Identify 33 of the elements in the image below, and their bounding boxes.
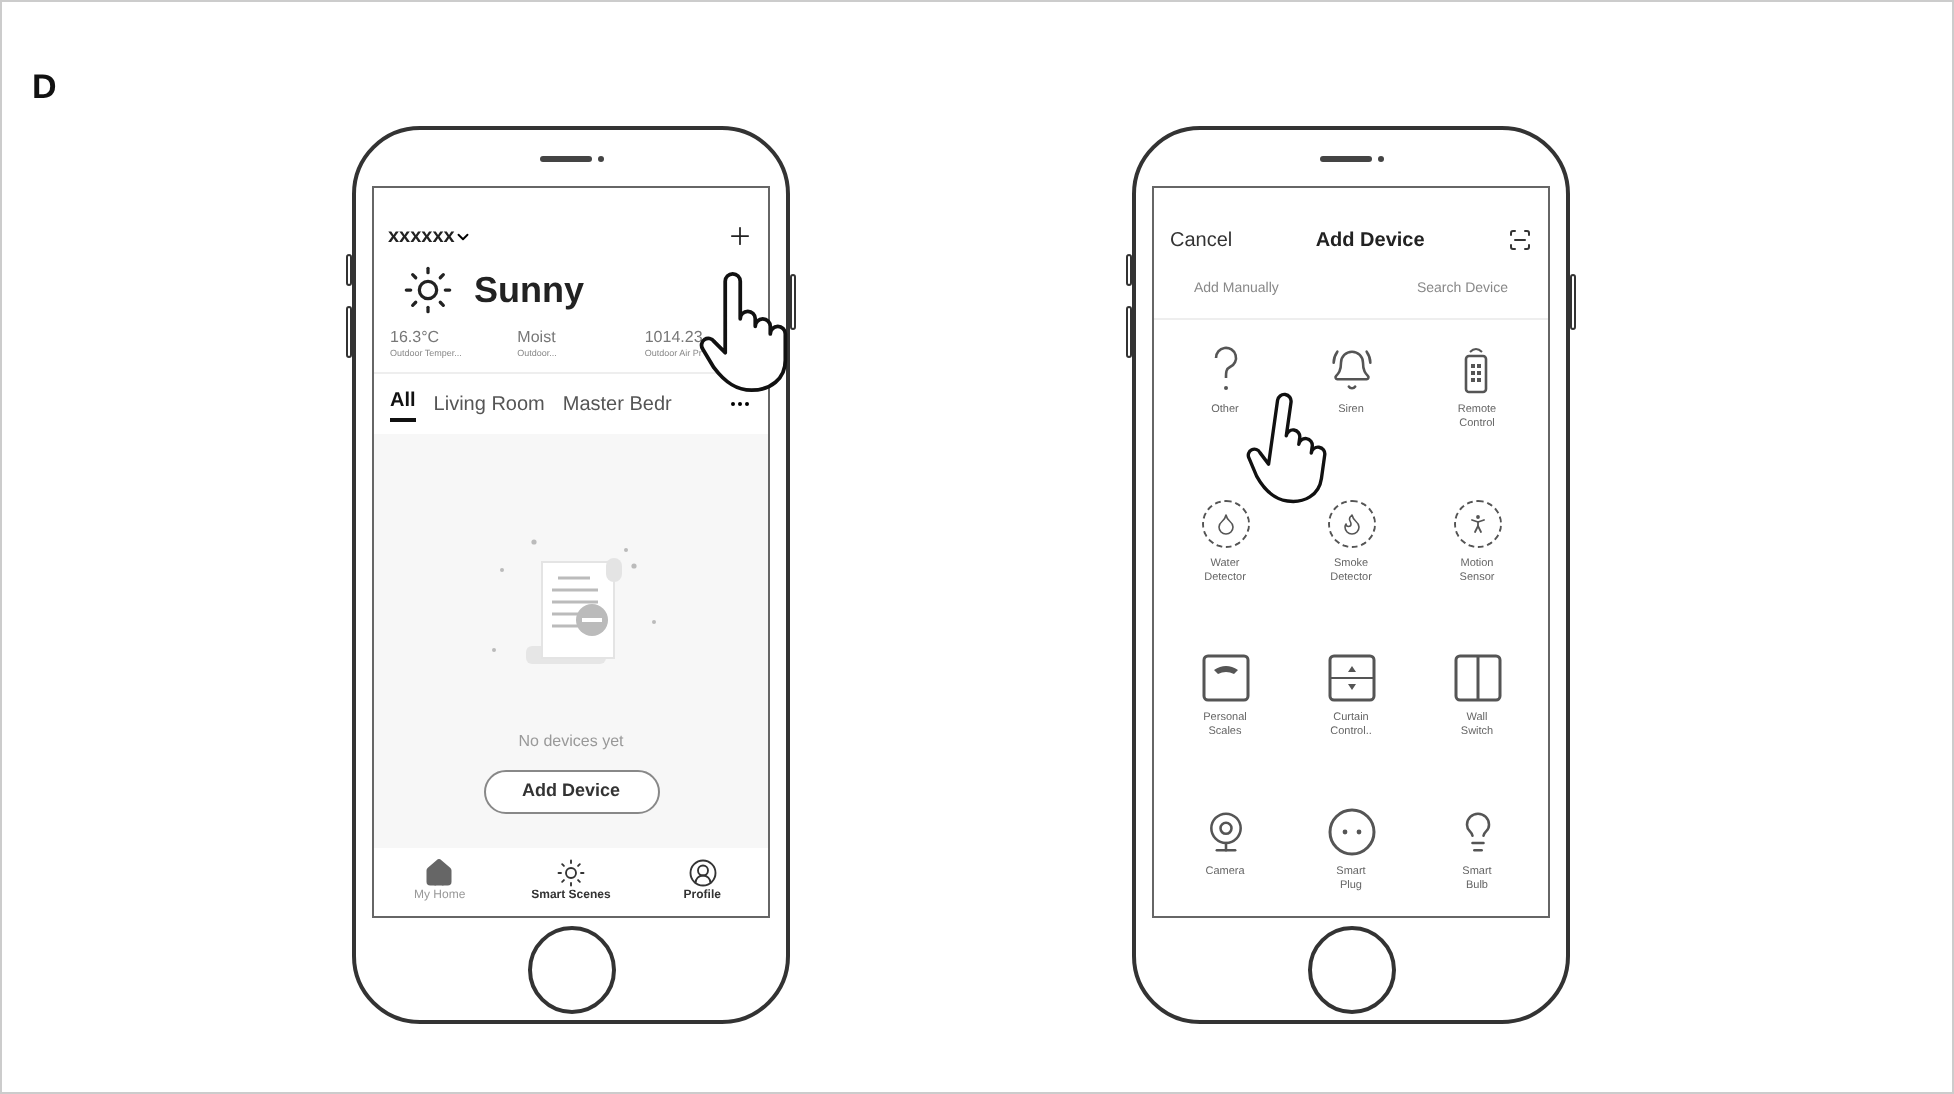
scan-icon[interactable] [1507, 228, 1532, 252]
weather-text: Sunny [474, 267, 585, 314]
home-name[interactable]: xxxxxx [388, 221, 455, 251]
room-tab[interactable]: Master Bedr [562, 389, 672, 419]
room-tab[interactable]: All [390, 386, 416, 422]
add-icon[interactable] [726, 222, 754, 250]
figure-label: D [32, 66, 57, 110]
scale-icon [1201, 654, 1249, 702]
socket-icon [1327, 808, 1375, 856]
stat-value: Moist [517, 328, 558, 348]
question-mark-icon [1211, 346, 1239, 394]
screen-title: Add Device [1315, 227, 1425, 255]
stat-value: 1014.23 [644, 328, 705, 348]
add-device-button[interactable]: Add Device [483, 770, 659, 814]
profile-icon [687, 858, 718, 888]
flame-icon [1327, 500, 1375, 548]
remote-control-icon [1464, 346, 1489, 394]
home-button[interactable] [527, 925, 615, 1013]
person-icon [1453, 500, 1501, 548]
wall-switch-icon [1453, 654, 1501, 702]
speaker-slot [1319, 155, 1371, 161]
empty-message: No devices yet [518, 730, 624, 754]
stat-value: 16.3°C [390, 328, 442, 348]
speaker-slot [539, 155, 591, 161]
cancel-link[interactable]: Cancel [1170, 225, 1233, 255]
home-icon [424, 858, 455, 888]
bell-icon [1329, 348, 1373, 392]
curtain-control-icon [1327, 654, 1375, 702]
sun-icon [555, 858, 586, 888]
room-tab[interactable]: Living Room [433, 389, 545, 419]
home-button[interactable] [1307, 925, 1395, 1013]
sun-icon [402, 264, 454, 316]
droplet-icon [1201, 500, 1249, 548]
